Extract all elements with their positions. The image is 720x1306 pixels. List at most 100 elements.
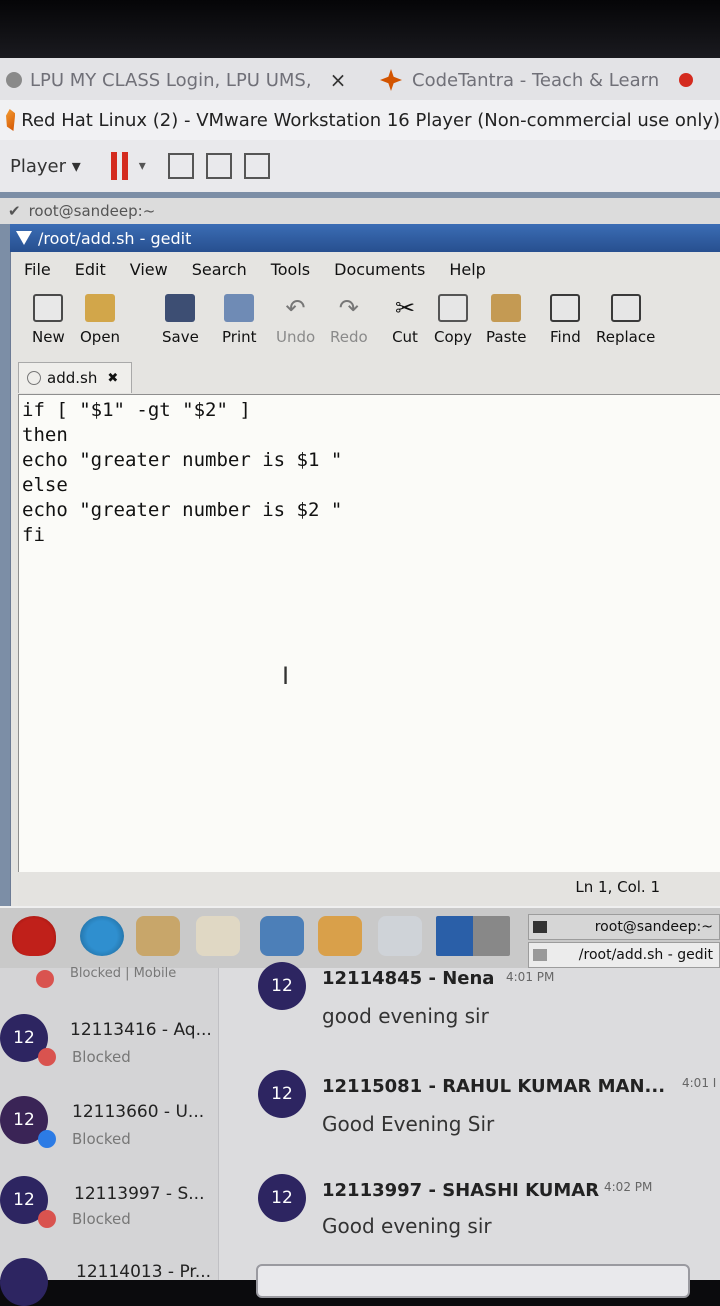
browser-tab-label: CodeTantra - Teach & Learn: [412, 69, 660, 91]
message-time: 4:01 PM: [506, 970, 555, 984]
contact-name[interactable]: 12114013 - Pr...: [76, 1262, 211, 1282]
taskbar-window-label: /root/add.sh - gedit: [578, 947, 713, 963]
gedit-title-bar[interactable]: /root/add.sh - gedit: [10, 224, 720, 252]
vmware-title-bar: Red Hat Linux (2) - VMware Workstation 1…: [0, 100, 720, 140]
print-button[interactable]: Print: [222, 294, 257, 346]
status-badge: [36, 970, 54, 988]
contact-name[interactable]: 12113416 - Aq...: [70, 1020, 212, 1040]
player-menu[interactable]: Player ▾: [10, 156, 81, 177]
gedit-toolbar: New Open Save Print ↶ Undo ↷ Redo ✂ Cut …: [10, 286, 720, 362]
cut-label: Cut: [392, 328, 418, 346]
avatar[interactable]: 12: [258, 1174, 306, 1222]
cut-button[interactable]: ✂ Cut: [390, 294, 420, 346]
browser-tab-label: LPU MY CLASS Login, LPU UMS,: [30, 69, 312, 91]
replace-button[interactable]: Replace: [596, 294, 655, 346]
new-label: New: [32, 328, 65, 346]
contact-name[interactable]: 12113660 - U...: [72, 1102, 204, 1122]
cut-icon: ✂: [394, 294, 416, 322]
menu-edit[interactable]: Edit: [75, 260, 106, 279]
cursor-position: Ln 1, Col. 1: [575, 878, 660, 896]
copy-button[interactable]: Copy: [434, 294, 472, 346]
print-icon: [224, 294, 255, 322]
message-time: 4:02 PM: [604, 1180, 653, 1194]
menu-documents[interactable]: Documents: [334, 260, 425, 279]
message-input[interactable]: [256, 1264, 690, 1298]
document-tab-label: add.sh: [47, 369, 98, 387]
send-ctrl-alt-del-icon[interactable]: [167, 153, 194, 179]
text-cursor-icon: I: [282, 662, 290, 690]
writer-icon[interactable]: [196, 916, 240, 956]
terminal-window-bar[interactable]: ✔ root@sandeep:~: [0, 198, 720, 224]
menu-view[interactable]: View: [130, 260, 168, 279]
mail-icon[interactable]: [136, 916, 180, 956]
message-text: Good Evening Sir: [322, 1112, 495, 1136]
taskbar-window-gedit[interactable]: /root/add.sh - gedit: [528, 942, 720, 968]
menu-file[interactable]: File: [24, 260, 51, 279]
paste-label: Paste: [486, 328, 527, 346]
redo-button[interactable]: ↷ Redo: [330, 294, 368, 346]
spreadsheet-icon[interactable]: [260, 916, 304, 956]
document-icon: [27, 371, 41, 385]
contact-name[interactable]: 12113997 - S...: [74, 1184, 204, 1204]
status-badge: [38, 1130, 56, 1148]
unity-icon[interactable]: [243, 153, 270, 179]
message-sender: 12115081 - RAHUL KUMAR MAN...: [322, 1076, 666, 1097]
workspace-switcher[interactable]: [436, 916, 510, 956]
gedit-window-title: /root/add.sh - gedit: [38, 228, 192, 248]
menu-search[interactable]: Search: [192, 260, 247, 279]
presentation-icon[interactable]: [318, 916, 362, 956]
redo-icon: ↷: [338, 294, 359, 322]
replace-label: Replace: [596, 328, 656, 346]
vmware-icon: [6, 109, 16, 131]
chevron-down-icon[interactable]: ✔: [8, 202, 21, 220]
terminal-icon: [533, 921, 547, 933]
taskbar-window-label: root@sandeep:~: [594, 919, 713, 935]
find-button[interactable]: Find: [550, 294, 581, 346]
status-badge: [38, 1210, 56, 1228]
vmware-toolbar: Player ▾ ▾: [0, 140, 720, 193]
save-button[interactable]: Save: [162, 294, 199, 346]
new-document-icon: [33, 294, 64, 322]
close-tab-icon[interactable]: ×: [330, 68, 347, 92]
avatar[interactable]: 12: [258, 962, 306, 1010]
browser-icon[interactable]: [80, 916, 124, 956]
contact-status: Blocked: [72, 1210, 131, 1228]
taskbar-window-terminal[interactable]: root@sandeep:~: [528, 914, 720, 940]
menu-help[interactable]: Help: [449, 260, 485, 279]
message-text: Good evening sir: [322, 1214, 492, 1238]
menu-tools[interactable]: Tools: [271, 260, 310, 279]
fit-guest-icon[interactable]: [205, 153, 232, 179]
printer-icon[interactable]: [378, 916, 422, 956]
message-text: good evening sir: [322, 1004, 489, 1028]
vmware-window-title: Red Hat Linux (2) - VMware Workstation 1…: [21, 109, 720, 131]
status-badge: [38, 1048, 56, 1066]
pause-icon[interactable]: ▾: [110, 152, 146, 180]
contact-status: Blocked: [72, 1130, 131, 1148]
codetantra-icon: [380, 69, 402, 91]
avatar[interactable]: [0, 1258, 48, 1306]
new-button[interactable]: New: [32, 294, 65, 346]
print-label: Print: [222, 328, 257, 346]
find-label: Find: [550, 328, 581, 346]
undo-icon: ↶: [285, 294, 306, 322]
browser-tab-codetantra[interactable]: CodeTantra - Teach & Learn: [380, 62, 720, 98]
save-icon: [165, 294, 196, 322]
document-tab[interactable]: add.sh ✖: [18, 362, 132, 393]
open-button[interactable]: Open: [80, 294, 120, 346]
copy-label: Copy: [434, 328, 473, 346]
undo-button[interactable]: ↶ Undo: [276, 294, 315, 346]
save-label: Save: [162, 328, 199, 346]
code-text[interactable]: if [ "$1" -gt "$2" ] then echo "greater …: [22, 398, 342, 548]
contact-partial-status: Blocked | Mobile: [70, 966, 177, 981]
redhat-menu-icon[interactable]: [12, 916, 56, 956]
avatar[interactable]: 12: [258, 1070, 306, 1118]
open-label: Open: [80, 328, 121, 346]
paste-button[interactable]: Paste: [486, 294, 527, 346]
gedit-icon: [533, 949, 547, 961]
terminal-title: root@sandeep:~: [28, 202, 156, 220]
globe-icon: [6, 72, 22, 88]
message-time: 4:01 I: [682, 1076, 717, 1090]
close-tab-icon[interactable]: ✖: [107, 371, 118, 386]
window-menu-icon[interactable]: [16, 231, 32, 245]
browser-tab-lpu[interactable]: LPU MY CLASS Login, LPU UMS, ×: [0, 62, 360, 98]
